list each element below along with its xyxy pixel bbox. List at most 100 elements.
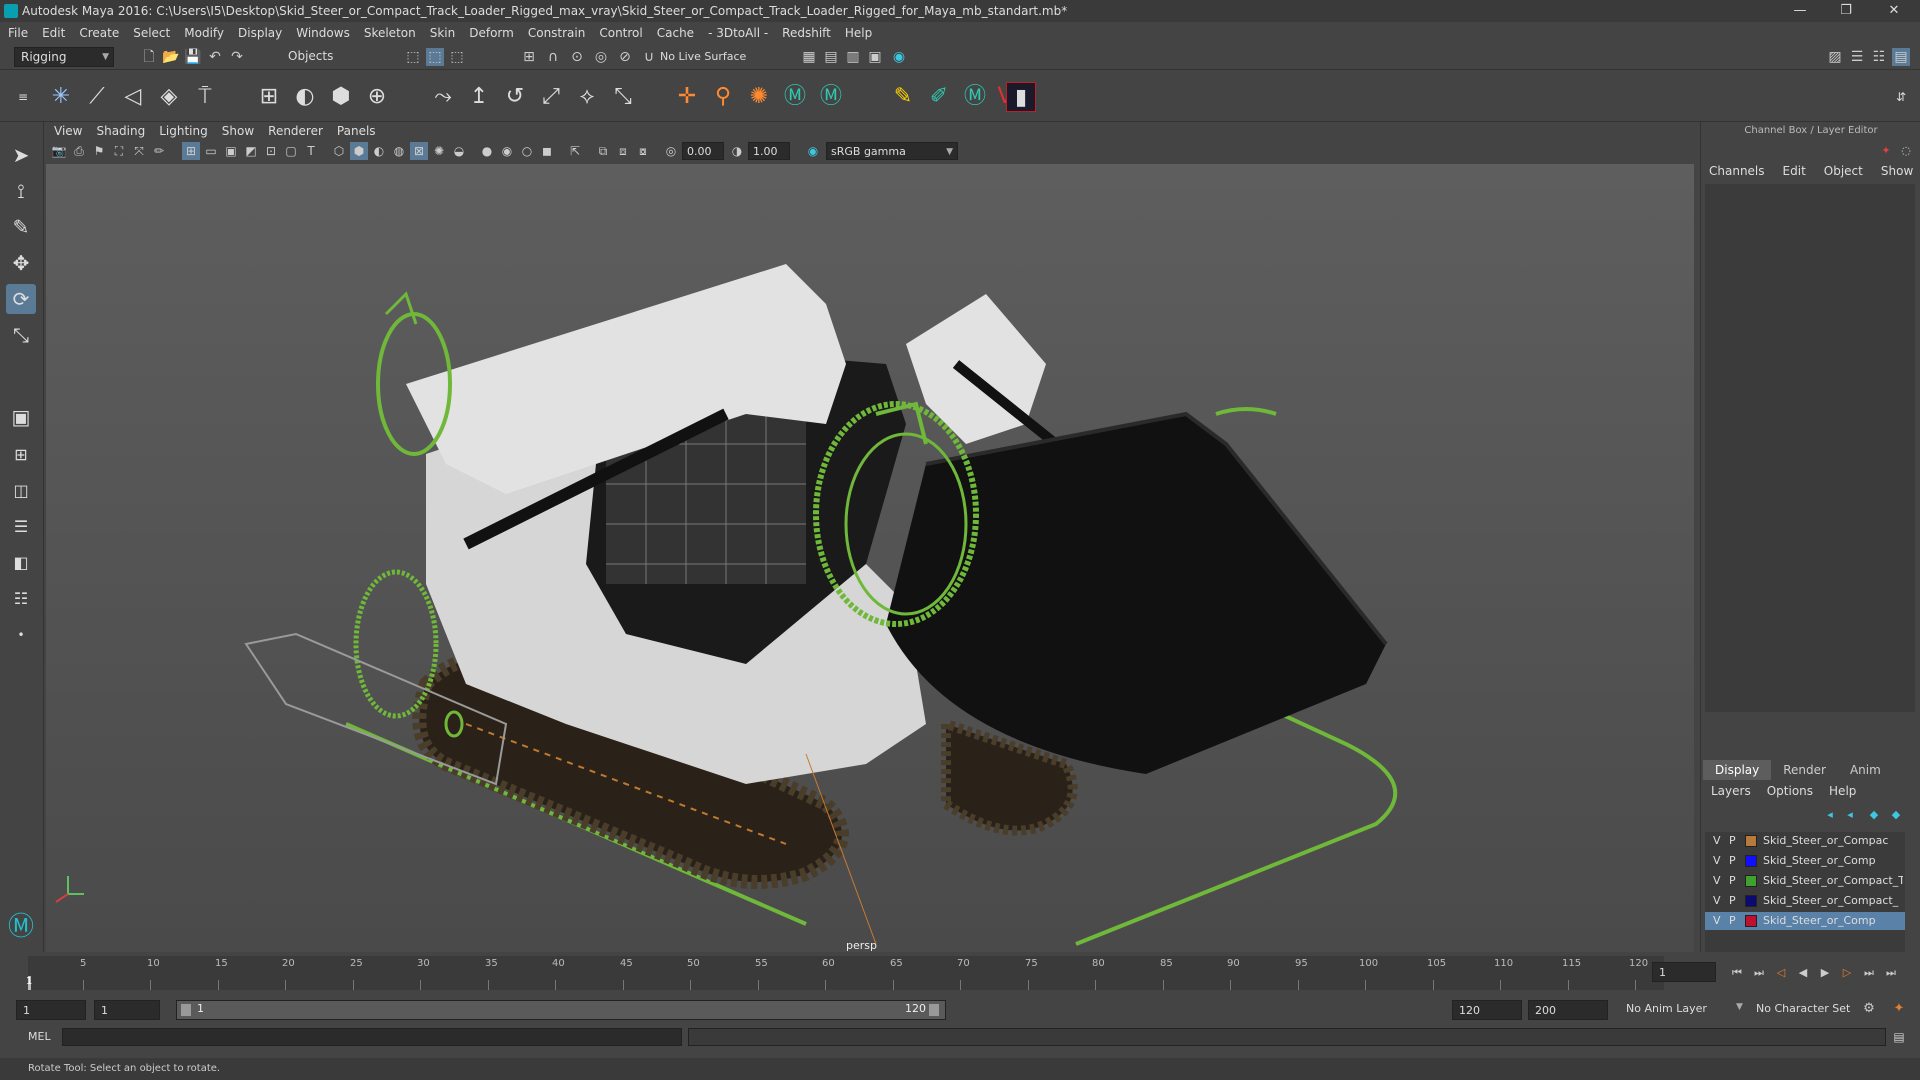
scale-tool-icon[interactable]: ⤡	[6, 320, 36, 350]
vp-menu-view[interactable]: View	[54, 124, 82, 138]
ipr-render-icon[interactable]: ▥	[844, 48, 862, 66]
insert-joint-icon[interactable]: ◈	[154, 82, 184, 112]
snap-view-icon[interactable]: ◎	[592, 48, 610, 66]
anti-aliasing-icon[interactable]: ○	[518, 142, 536, 160]
cb-menu-object[interactable]: Object	[1824, 164, 1863, 178]
color-management-icon[interactable]: ◉	[804, 142, 822, 160]
render-frame-icon[interactable]: ▤	[822, 48, 840, 66]
snap-point-icon[interactable]: ⊙	[568, 48, 586, 66]
range-bar[interactable]: 1 120	[176, 1000, 946, 1020]
rotate-tool-icon[interactable]: ⟳	[6, 284, 36, 314]
view-transform-dropdown[interactable]: sRGB gamma ▼	[826, 142, 958, 160]
gate-mask-icon[interactable]: ◩	[242, 142, 260, 160]
paint-weights-icon[interactable]: ⬢	[326, 82, 356, 112]
depth-of-field-icon[interactable]: ◼	[538, 142, 556, 160]
constraint-point-icon[interactable]: ⤳	[428, 82, 458, 112]
menu-create[interactable]: Create	[79, 26, 119, 40]
image-plane-icon[interactable]: ⛶	[110, 142, 128, 160]
single-perspective-layout-icon[interactable]: ▣	[6, 402, 36, 432]
menu-cache[interactable]: Cache	[657, 26, 694, 40]
layer-menu-layers[interactable]: Layers	[1711, 784, 1751, 798]
two-d-pan-icon[interactable]: ⤧	[130, 142, 148, 160]
channel-box-tool-icon[interactable]: ✦	[1877, 142, 1895, 160]
close-button[interactable]: ✕	[1874, 0, 1914, 22]
constraint-parent-icon[interactable]: ⟡	[572, 82, 602, 112]
menu-redshift[interactable]: Redshift	[782, 26, 831, 40]
hypershade-icon[interactable]: ◉	[890, 48, 908, 66]
magnet-icon[interactable]: ∪	[640, 48, 658, 66]
layer-color-swatch[interactable]	[1745, 835, 1757, 847]
constraint-orient-icon[interactable]: ↺	[500, 82, 530, 112]
constraint-aim-icon[interactable]: ↥	[464, 82, 494, 112]
safe-title-icon[interactable]: T	[302, 142, 320, 160]
step-back-frame-icon[interactable]: ◁	[1772, 964, 1790, 982]
camera-lock-icon[interactable]: ⎙	[70, 142, 88, 160]
layer-menu-help[interactable]: Help	[1829, 784, 1856, 798]
exposure-field[interactable]: 0.00	[682, 142, 724, 160]
menu-deform[interactable]: Deform	[469, 26, 514, 40]
shelf-scroll-icon[interactable]: ⇵	[1886, 82, 1916, 112]
vp-menu-show[interactable]: Show	[222, 124, 254, 138]
cluster-icon[interactable]: ⚲	[708, 82, 738, 112]
default-material-icon[interactable]: ◐	[370, 142, 388, 160]
redo-icon[interactable]: ↷	[228, 48, 246, 66]
bookmark-icon[interactable]: ⚑	[90, 142, 108, 160]
layer-row[interactable]: V P Skid_Steer_or_Comp	[1705, 852, 1905, 870]
open-scene-icon[interactable]: 📂	[162, 48, 180, 66]
go-to-start-icon[interactable]: ⏮	[1728, 964, 1746, 982]
two-pane-layout-icon[interactable]: ◫	[6, 476, 36, 506]
ik-spline-icon[interactable]: ◁	[118, 82, 148, 112]
gamma-icon[interactable]: ◑	[728, 142, 746, 160]
vp-menu-panels[interactable]: Panels	[337, 124, 376, 138]
layer-playback-toggle[interactable]: P	[1729, 892, 1741, 910]
motion-blur-icon[interactable]: ◉	[498, 142, 516, 160]
tab-anim[interactable]: Anim	[1838, 760, 1893, 780]
shelf-menu-icon[interactable]: ≡	[8, 82, 38, 112]
menu-skin[interactable]: Skin	[430, 26, 456, 40]
lasso-tool-icon[interactable]: ⟟	[6, 176, 36, 206]
smooth-shade-icon[interactable]: ⬢	[350, 142, 368, 160]
exposure-icon[interactable]: ◎	[662, 142, 680, 160]
range-start-handle[interactable]	[181, 1004, 191, 1016]
joint-tool-icon[interactable]: ✳	[46, 82, 76, 112]
resolution-gate-icon[interactable]: ▣	[222, 142, 240, 160]
mash-icon-3[interactable]: Ⓜ	[960, 82, 990, 112]
selection-mode-dropdown[interactable]: Objects	[282, 47, 382, 67]
menu-display[interactable]: Display	[238, 26, 282, 40]
attribute-editor-icon[interactable]: ☰	[1848, 48, 1866, 66]
grease-pencil-icon[interactable]: ✏	[150, 142, 168, 160]
layer-menu-options[interactable]: Options	[1767, 784, 1813, 798]
command-input[interactable]	[62, 1028, 682, 1046]
camera-select-icon[interactable]: 📷	[50, 142, 68, 160]
layer-visibility-toggle[interactable]: V	[1713, 852, 1725, 870]
gamma-field[interactable]: 1.00	[748, 142, 790, 160]
save-scene-icon[interactable]: 💾	[184, 48, 202, 66]
constraint-pole-icon[interactable]: ⤡	[608, 82, 638, 112]
layer-row[interactable]: V P Skid_Steer_or_Compact_	[1705, 892, 1905, 910]
lattice-icon[interactable]: ⊕	[362, 82, 392, 112]
screen-space-ao-icon[interactable]: ●	[478, 142, 496, 160]
render-view-icon[interactable]: ▣	[866, 48, 884, 66]
grid-toggle-icon[interactable]: ⊞	[182, 142, 200, 160]
ik-handle-icon[interactable]: ⟋	[82, 82, 112, 112]
cb-menu-show[interactable]: Show	[1881, 164, 1913, 178]
graph-layout-icon[interactable]: ◧	[6, 548, 36, 578]
bind-skin-icon[interactable]: ⊞	[254, 82, 284, 112]
move-tool-icon[interactable]: ✥	[6, 248, 36, 278]
minimize-button[interactable]: —	[1780, 0, 1820, 22]
xray-icon[interactable]: ⧉	[594, 142, 612, 160]
move-layer-down-icon[interactable]: ◂	[1841, 806, 1859, 824]
menu-edit[interactable]: Edit	[42, 26, 65, 40]
layer-color-swatch[interactable]	[1745, 915, 1757, 927]
move-layer-up-icon[interactable]: ◂	[1821, 806, 1839, 824]
tool-settings-icon[interactable]: ☷	[1870, 48, 1888, 66]
menu-select[interactable]: Select	[133, 26, 170, 40]
vp-menu-shading[interactable]: Shading	[96, 124, 145, 138]
menuset-dropdown[interactable]: Rigging ▼	[14, 47, 114, 67]
playback-end-field[interactable]: 120	[1452, 1000, 1522, 1020]
auto-key-icon[interactable]: ⚙	[1860, 1000, 1878, 1018]
snap-curve-icon[interactable]: ∩	[544, 48, 562, 66]
channel-box-pin-icon[interactable]: ◌	[1897, 142, 1915, 160]
play-forward-icon[interactable]: ▶	[1816, 964, 1834, 982]
channel-box-area[interactable]	[1705, 184, 1915, 712]
